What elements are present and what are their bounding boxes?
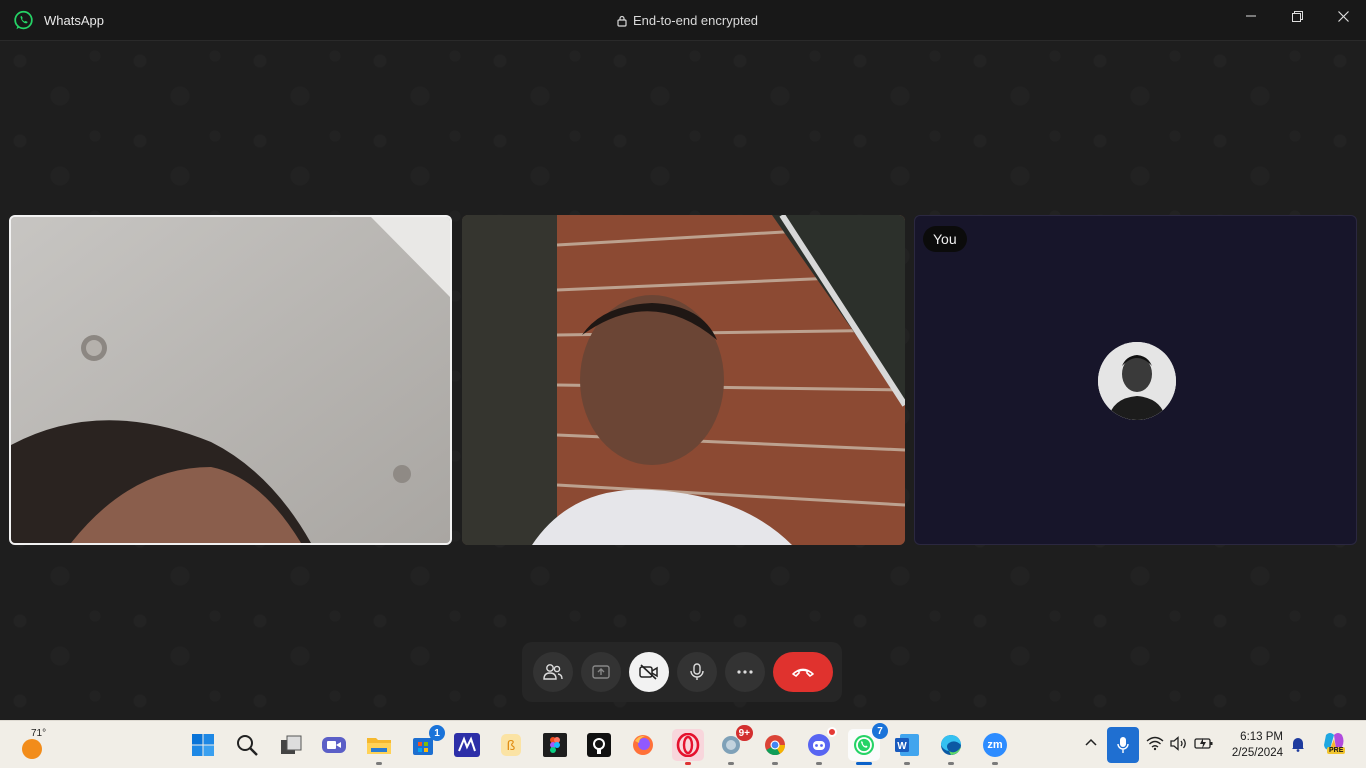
copilot-button[interactable]: PRE — [1322, 731, 1348, 759]
minimize-icon — [1246, 15, 1256, 17]
taskbar-firefox[interactable] — [629, 731, 657, 759]
video-off-icon — [639, 664, 658, 680]
bell-icon[interactable] — [1290, 736, 1306, 752]
chrome-icon — [765, 735, 786, 756]
running-indicator — [376, 762, 382, 765]
participant-video-2[interactable] — [462, 215, 905, 545]
people-icon — [543, 664, 563, 680]
taskbar-store[interactable]: 1 — [409, 725, 445, 759]
notification-dot — [827, 727, 837, 737]
taskbar-figma[interactable] — [541, 731, 569, 759]
taskbar-video-chat[interactable] — [320, 731, 348, 759]
encryption-status: End-to-end encrypted — [617, 13, 758, 28]
clock-date: 2/25/2024 — [1231, 747, 1283, 759]
share-screen-icon — [592, 665, 610, 679]
share-screen-button[interactable] — [581, 652, 621, 692]
avatar — [1098, 342, 1176, 420]
mic-tray-button[interactable] — [1107, 727, 1139, 763]
lock-icon — [617, 15, 627, 27]
taskbar-file-explorer[interactable] — [365, 731, 393, 765]
video-feed-1 — [11, 217, 450, 543]
whatsapp-logo-icon — [14, 10, 33, 30]
task-view-button[interactable] — [277, 731, 305, 759]
encryption-text: End-to-end encrypted — [633, 13, 759, 28]
clock-time: 6:13 PM — [1240, 731, 1283, 743]
edge-icon — [941, 735, 961, 755]
firefox-icon — [633, 735, 653, 755]
you-label: You — [923, 226, 967, 252]
taskbar-chrome[interactable] — [761, 731, 789, 765]
phone-hangup-icon — [792, 668, 814, 677]
search-icon — [237, 735, 258, 756]
whatsapp-icon — [854, 735, 874, 755]
discord-icon — [808, 734, 830, 756]
taskbar-zoom[interactable]: zm — [981, 731, 1009, 765]
taskbar-opera[interactable] — [672, 729, 704, 765]
notification-badge: 7 — [872, 723, 888, 739]
task-view-icon — [281, 735, 302, 754]
taskbar-word[interactable]: W — [893, 731, 921, 765]
taskbar-edge[interactable] — [937, 731, 965, 765]
m-app-icon — [454, 733, 480, 757]
figma-icon — [543, 733, 567, 757]
taskbar-b-app[interactable]: ß — [497, 731, 525, 759]
copilot-pre-label: PRE — [1327, 747, 1346, 754]
end-call-button[interactable] — [773, 652, 833, 692]
taskbar-github[interactable] — [585, 731, 613, 759]
participant-video-1[interactable] — [9, 215, 452, 545]
word-icon: W — [895, 734, 919, 756]
ellipsis-icon — [737, 670, 753, 674]
zoom-label: zm — [987, 739, 1003, 751]
running-indicator — [772, 762, 778, 765]
participant-you[interactable]: You — [914, 215, 1357, 545]
restore-button[interactable] — [1274, 0, 1320, 32]
search-button[interactable] — [233, 731, 261, 759]
close-button[interactable] — [1320, 0, 1366, 32]
notification-badge: 9+ — [735, 725, 753, 741]
running-indicator — [685, 762, 691, 765]
start-button[interactable] — [189, 731, 217, 759]
running-indicator — [948, 762, 954, 765]
folder-icon — [367, 738, 391, 754]
mute-button[interactable] — [677, 652, 717, 692]
svg-text:ß: ß — [507, 737, 516, 753]
video-feed-2 — [462, 215, 905, 545]
notification-badge: 1 — [429, 725, 445, 741]
call-controls — [522, 642, 842, 702]
running-indicator — [728, 762, 734, 765]
title-bar: WhatsApp End-to-end encrypted — [0, 0, 1366, 41]
chevron-up-icon[interactable] — [1084, 735, 1098, 749]
battery-icon[interactable] — [1194, 736, 1214, 750]
microphone-icon — [690, 663, 704, 680]
svg-text:W: W — [897, 741, 907, 752]
weather-temp: 71° — [31, 728, 47, 739]
restore-icon — [1291, 10, 1303, 22]
participants-button[interactable] — [533, 652, 573, 692]
active-indicator — [856, 762, 872, 765]
github-icon — [587, 733, 611, 757]
call-stage: You — [0, 41, 1366, 720]
camera-toggle-button[interactable] — [629, 652, 669, 692]
taskbar-discord[interactable] — [805, 727, 837, 765]
opera-icon — [676, 733, 700, 757]
taskbar-whatsapp[interactable]: 7 — [848, 723, 888, 765]
running-indicator — [904, 762, 910, 765]
profile-photo — [1098, 342, 1176, 420]
system-clock[interactable]: 6:13 PM 2/25/2024 — [1225, 729, 1283, 761]
more-options-button[interactable] — [725, 652, 765, 692]
taskbar: 71° 1 ß 9+ 7 W zm 6:13 PM 2/25/2024 PRE — [0, 720, 1366, 768]
taskbar-m-app[interactable] — [453, 731, 481, 759]
video-chat-icon — [322, 737, 346, 753]
app-title: WhatsApp — [44, 13, 104, 28]
minimize-button[interactable] — [1228, 0, 1274, 32]
b-app-icon: ß — [501, 734, 521, 756]
running-indicator — [992, 762, 998, 765]
microphone-icon — [1117, 737, 1129, 753]
volume-icon[interactable] — [1170, 736, 1188, 751]
taskbar-teal-app[interactable]: 9+ — [717, 725, 753, 765]
wifi-icon[interactable] — [1146, 736, 1164, 751]
close-icon — [1337, 10, 1349, 22]
windows-icon — [192, 734, 214, 756]
running-indicator — [816, 762, 822, 765]
